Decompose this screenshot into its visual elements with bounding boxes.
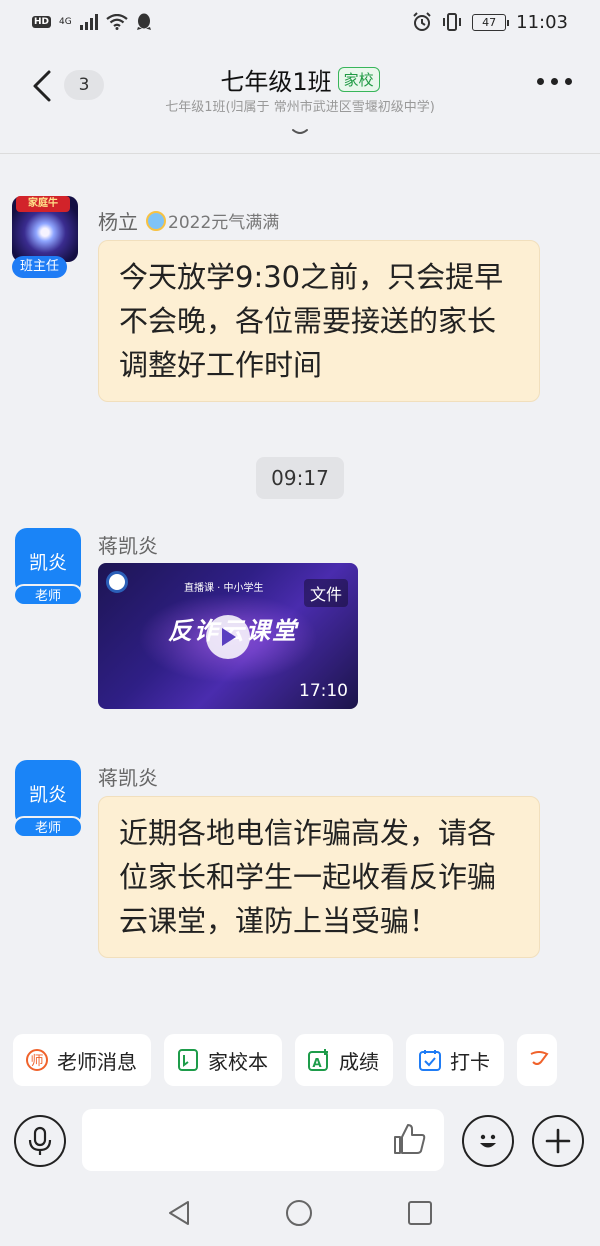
hd-badge: HD [32,16,52,28]
medal-badge[interactable]: 2022元气满满 [146,208,279,233]
medal-icon [146,210,166,231]
role-badge: 老师 [13,816,83,838]
group-subtitle: 七年级1班(归属于 常州市武进区雪堰初级中学) [165,100,435,115]
network-type-label: 4G [59,16,72,27]
chip-label: 老师消息 [57,1049,137,1074]
chevron-down-icon[interactable] [289,126,311,138]
quick-action-bar: 师 老师消息 家校本 A 成绩 打卡 [0,1034,600,1088]
message-bubble[interactable]: 近期各地电信诈骗高发，请各位家长和学生一起收看反诈骗云课堂，谨防上当受骗！ [98,796,540,958]
avatar-banner: 家庭牛 [16,196,70,212]
play-icon[interactable] [206,615,250,659]
add-attachment-button[interactable] [532,1115,584,1167]
qq-notification-icon [136,13,151,30]
avatar[interactable]: 凯炎 老师 [10,528,83,606]
chip-label: 成绩 [339,1049,379,1074]
sender-name: 蒋凯炎 [98,766,158,790]
svg-text:师: 师 [30,1054,43,1069]
grades-button[interactable]: A 成绩 [295,1034,393,1086]
time-divider: 09:17 [256,457,344,499]
checkin-icon [418,1048,442,1072]
video-duration: 17:10 [299,681,348,701]
vibrate-icon [443,13,462,31]
checkin-button[interactable]: 打卡 [406,1034,504,1086]
homework-book-button[interactable]: 家校本 [164,1034,282,1086]
nav-home-icon[interactable] [284,1198,314,1228]
more-quick-action-button[interactable] [517,1034,557,1086]
voice-input-button[interactable] [14,1115,66,1167]
avatar[interactable]: 凯炎 老师 [10,760,83,838]
nav-back-icon[interactable] [166,1199,192,1227]
signal-icon [79,14,98,30]
sender-name: 蒋凯炎 [98,534,158,558]
file-tag: 文件 [303,579,348,607]
wifi-icon [106,14,128,30]
status-bar: HD 4G 47 11:03 [0,0,600,44]
thumbs-up-icon[interactable] [392,1121,428,1157]
svg-text:A: A [312,1056,322,1070]
video-message[interactable]: 直播课 · 中小学生 反诈云课堂 文件 17:10 [98,563,358,709]
more-options-button[interactable] [537,78,572,85]
sender-name: 杨立 [98,210,138,234]
group-type-tag: 家校 [337,67,380,92]
message-input[interactable] [82,1109,444,1171]
clock: 11:03 [516,11,568,33]
role-badge: 班主任 [12,256,68,278]
alarm-icon [413,12,431,31]
input-row [0,1103,600,1179]
emoji-button[interactable] [462,1115,514,1167]
page-title: 七年级1班 [220,68,332,96]
title-row[interactable]: 七年级1班 家校 [0,62,600,97]
police-logo-icon [106,571,128,593]
battery-icon: 47 [472,13,510,31]
notebook-icon [176,1048,200,1072]
nav-recents-icon[interactable] [406,1199,434,1227]
chip-label: 打卡 [450,1049,490,1074]
teacher-messages-button[interactable]: 师 老师消息 [13,1034,151,1086]
microphone-icon [28,1126,52,1155]
message-bubble[interactable]: 今天放学9:30之前，只会提早不会晚，各位需要接送的家长调整好工作时间 [98,240,540,402]
medal-label: 2022元气满满 [168,213,280,233]
grade-icon: A [307,1048,331,1072]
sender-row: 杨立 2022元气满满 [98,206,279,235]
chip-label: 家校本 [208,1049,268,1074]
smile-icon [480,1134,496,1148]
teacher-icon: 师 [25,1048,49,1072]
chat-header: 3 七年级1班 家校 七年级1班(归属于 常州市武进区雪堰初级中学) [0,44,600,154]
avatar[interactable]: 家庭牛 班主任 [10,196,82,278]
video-subtitle: 直播课 · 中小学生 [184,583,264,594]
partial-icon [527,1048,551,1072]
system-navigation-bar [0,1180,600,1246]
plus-icon [545,1128,571,1154]
role-badge: 老师 [13,584,83,606]
